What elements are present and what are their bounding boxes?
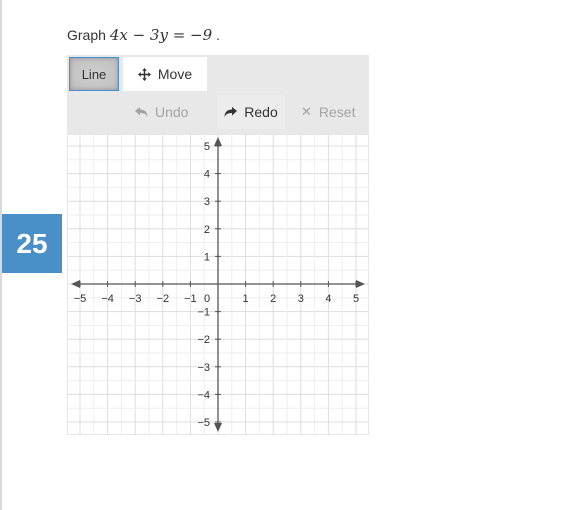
- x-tick-label: 0: [204, 293, 210, 305]
- redo-button[interactable]: Redo: [217, 95, 285, 129]
- reset-button[interactable]: ✕ Reset: [301, 95, 355, 129]
- y-axis-arrow-down: [214, 423, 222, 432]
- y-tick-label: 1: [204, 251, 210, 263]
- prompt-suffix: .: [216, 27, 220, 43]
- y-tick-label: −2: [197, 334, 210, 346]
- prompt-prefix: Graph: [67, 27, 106, 43]
- question-prompt: Graph 4x − 3y = −9 .: [67, 26, 220, 44]
- x-tick-label: 1: [243, 293, 249, 305]
- y-tick-label: 4: [204, 169, 210, 181]
- redo-label: Redo: [244, 104, 278, 120]
- x-tick-label: −3: [129, 293, 142, 305]
- y-axis-arrow-up: [214, 137, 222, 146]
- x-tick-label: 4: [325, 293, 331, 305]
- undo-label: Undo: [155, 104, 189, 120]
- y-tick-label: 2: [204, 224, 210, 236]
- reset-x-icon: ✕: [301, 104, 312, 119]
- question-number-badge: 25: [2, 214, 62, 273]
- undo-icon: [135, 106, 148, 117]
- x-tick-label: −5: [74, 293, 87, 305]
- y-tick-label: 5: [204, 141, 210, 153]
- y-tick-label: 3: [204, 196, 210, 208]
- x-tick-label: −2: [157, 293, 170, 305]
- y-tick-label: −3: [197, 362, 210, 374]
- line-tool-button[interactable]: Line: [69, 57, 119, 91]
- coordinate-grid[interactable]: −5 −4 −3 −2 −1 0 1 2 3 4 5 5 4 3 2 1 −1 −2 −3 −4 −5: [67, 134, 369, 435]
- undo-button[interactable]: Undo: [135, 95, 188, 129]
- move-tool-label: Move: [157, 66, 193, 82]
- line-tool-label: Line: [81, 66, 107, 82]
- coordinate-plane[interactable]: −5 −4 −3 −2 −1 0 1 2 3 4 5 5 4 3 2 1 −1 −2 −3 −4 −5: [67, 134, 369, 435]
- x-tick-label: 2: [270, 293, 276, 305]
- y-tick-label: −4: [197, 389, 210, 401]
- x-tick-label: −1: [184, 293, 197, 305]
- x-tick-label: −4: [101, 293, 114, 305]
- redo-icon: [224, 106, 238, 117]
- move-icon: [137, 67, 151, 81]
- x-axis-arrow-left: [71, 280, 80, 288]
- graph-toolbar: Line Move Undo Redo ✕ Reset: [67, 55, 369, 134]
- y-tick-label: −5: [197, 417, 210, 429]
- x-tick-label: 3: [298, 293, 304, 305]
- move-tool-button[interactable]: Move: [123, 57, 207, 91]
- reset-label: Reset: [318, 104, 356, 120]
- prompt-equation: 4x − 3y = −9: [109, 26, 213, 44]
- x-axis-arrow-right: [356, 280, 365, 288]
- x-tick-label: 5: [353, 293, 359, 305]
- y-tick-label: −1: [197, 307, 210, 319]
